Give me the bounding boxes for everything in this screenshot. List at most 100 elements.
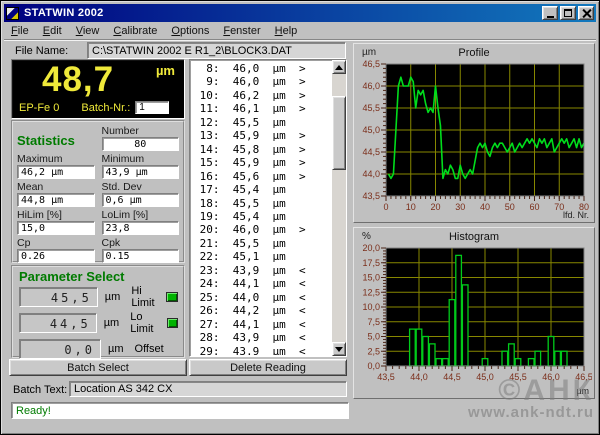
reading-row[interactable]: 10: 46,2 µm > <box>193 89 330 102</box>
maximize-button[interactable] <box>560 6 576 20</box>
svg-text:46,5: 46,5 <box>362 60 380 69</box>
reading-row[interactable]: 25: 44,0 µm < <box>193 291 330 304</box>
statistics-title: Statistics <box>17 133 95 151</box>
reading-row[interactable]: 24: 44,1 µm < <box>193 277 330 290</box>
stat-cp-value: 0.26 <box>17 249 95 263</box>
batch-nr-label: Batch-Nr.: <box>81 102 130 114</box>
svg-text:µm: µm <box>576 386 589 396</box>
menu-file[interactable]: File <box>4 23 36 40</box>
watermark-url: www.ank-ndt.ru <box>468 404 594 421</box>
svg-text:44,5: 44,5 <box>443 372 461 382</box>
close-icon <box>582 9 591 18</box>
reading-row[interactable]: 29: 43,9 µm < <box>193 345 330 355</box>
lo-limit-led[interactable] <box>167 318 178 328</box>
probe-label: EP-Fe 0 <box>19 102 59 114</box>
delete-reading-button[interactable]: Delete Reading <box>189 359 347 376</box>
scroll-up-button[interactable] <box>332 60 346 74</box>
file-name-field[interactable]: C:\STATWIN 2002 E R1_2\BLOCK3.DAT <box>87 42 346 59</box>
menu-fenster[interactable]: Fenster <box>216 23 267 40</box>
menu-calibrate[interactable]: Calibrate <box>106 23 164 40</box>
scroll-down-button[interactable] <box>332 342 346 356</box>
stat-hilim: HiLim [%] 15,0 <box>17 209 95 235</box>
app-icon[interactable] <box>6 7 19 20</box>
window-title: STATWIN 2002 <box>24 7 540 19</box>
menu-view[interactable]: View <box>69 23 107 40</box>
stat-number: Number 80 <box>102 125 180 151</box>
stat-mean-value: 44,8 µm <box>17 193 95 207</box>
svg-text:lfd. Nr.: lfd. Nr. <box>563 210 589 220</box>
batch-nr-input[interactable]: 1 <box>135 101 169 114</box>
svg-text:44,0: 44,0 <box>410 372 428 382</box>
svg-text:44,0: 44,0 <box>362 169 380 179</box>
reading-row[interactable]: 15: 45,9 µm > <box>193 156 330 169</box>
reading-row[interactable]: 11: 46,1 µm > <box>193 102 330 115</box>
reading-row[interactable]: 28: 43,9 µm < <box>193 331 330 344</box>
lcd-unit: µm <box>156 63 175 78</box>
stat-mean: Mean 44,8 µm <box>17 181 95 207</box>
reading-row[interactable]: 19: 45,4 µm <box>193 210 330 223</box>
reading-row[interactable]: 12: 45,5 µm <box>193 116 330 129</box>
lo-limit-row: 44,5 µm Lo Limit <box>19 313 178 333</box>
batch-select-button[interactable]: Batch Select <box>9 359 187 376</box>
reading-row[interactable]: 21: 45,5 µm <box>193 237 330 250</box>
hi-limit-led[interactable] <box>166 292 178 302</box>
stat-maximum: Maximum 46,2 µm <box>17 153 95 179</box>
profile-chart: 0102030405060708043,544,044,545,045,546,… <box>356 60 592 220</box>
svg-text:20,0: 20,0 <box>362 244 380 253</box>
statistics-panel: Statistics Number 80 Maximum 46,2 µm Min… <box>11 120 185 263</box>
stat-lolim: LoLim [%] 23,8 <box>102 209 180 235</box>
arrow-up-icon <box>335 65 343 70</box>
parameter-select-panel: Parameter Select 45,5 µm Hi Limit 44,5 µ… <box>11 265 185 358</box>
batch-text-label: Batch Text: <box>13 384 67 396</box>
svg-text:2,5: 2,5 <box>367 346 380 356</box>
title-bar[interactable]: STATWIN 2002 <box>4 4 596 22</box>
svg-text:0: 0 <box>383 202 388 212</box>
stat-cpk: Cpk 0.15 <box>102 237 180 263</box>
hi-limit-value[interactable]: 45,5 <box>19 287 98 307</box>
reading-row[interactable]: 23: 43,9 µm < <box>193 264 330 277</box>
profile-chart-title: Profile <box>354 47 594 59</box>
minimize-button[interactable] <box>542 6 558 20</box>
reading-row[interactable]: 16: 45,6 µm > <box>193 170 330 183</box>
reading-row[interactable]: 14: 45,8 µm > <box>193 143 330 156</box>
svg-text:45,0: 45,0 <box>476 372 494 382</box>
svg-text:12,5: 12,5 <box>362 287 380 297</box>
svg-text:0,0: 0,0 <box>367 361 380 371</box>
menu-help[interactable]: Help <box>268 23 305 40</box>
parameter-select-title: Parameter Select <box>19 269 125 284</box>
reading-row[interactable]: 27: 44,1 µm < <box>193 318 330 331</box>
svg-text:7,5: 7,5 <box>367 317 380 327</box>
stat-number-value: 80 <box>102 137 180 151</box>
lo-limit-value[interactable]: 44,5 <box>19 313 97 333</box>
stat-cp: Cp 0.26 <box>17 237 95 263</box>
readings-scrollbar[interactable] <box>332 60 346 356</box>
reading-row[interactable]: 20: 46,0 µm > <box>193 223 330 236</box>
stat-stddev: Std. Dev 0,6 µm <box>102 181 180 207</box>
svg-text:43,5: 43,5 <box>362 191 380 201</box>
svg-text:46,0: 46,0 <box>362 81 380 91</box>
reading-row[interactable]: 8: 46,0 µm > <box>193 62 330 75</box>
reading-row[interactable]: 22: 45,1 µm <box>193 250 330 263</box>
reading-row[interactable]: 17: 45,4 µm <box>193 183 330 196</box>
svg-text:43,5: 43,5 <box>377 372 395 382</box>
close-button[interactable] <box>578 6 594 20</box>
svg-text:45,5: 45,5 <box>509 372 527 382</box>
file-name-label: File Name: <box>15 45 68 57</box>
reading-row[interactable]: 9: 46,0 µm > <box>193 75 330 88</box>
batch-text-field[interactable]: Location AS 342 CX <box>69 381 347 397</box>
reading-row[interactable]: 18: 45,5 µm <box>193 197 330 210</box>
menu-options[interactable]: Options <box>164 23 216 40</box>
app-window: STATWIN 2002 File Edit View Calibrate Op… <box>0 0 600 435</box>
svg-text:10: 10 <box>406 202 416 212</box>
reading-row[interactable]: 13: 45,9 µm > <box>193 129 330 142</box>
stat-cpk-value: 0.15 <box>102 249 180 263</box>
scroll-thumb[interactable] <box>332 96 346 170</box>
reading-row[interactable]: 26: 44,2 µm < <box>193 304 330 317</box>
offset-value[interactable]: 0,0 <box>19 339 101 359</box>
histogram-chart: 43,544,044,545,045,546,046,50,02,55,07,5… <box>356 244 592 396</box>
lcd-display: µm 48,7 EP-Fe 0 Batch-Nr.: 1 <box>11 59 185 119</box>
menu-edit[interactable]: Edit <box>36 23 69 40</box>
hi-limit-label: Hi Limit <box>131 285 166 309</box>
svg-text:17,5: 17,5 <box>362 258 380 268</box>
readings-list[interactable]: 8: 46,0 µm > 9: 46,0 µm > 10: 46,2 µm > … <box>189 59 347 357</box>
